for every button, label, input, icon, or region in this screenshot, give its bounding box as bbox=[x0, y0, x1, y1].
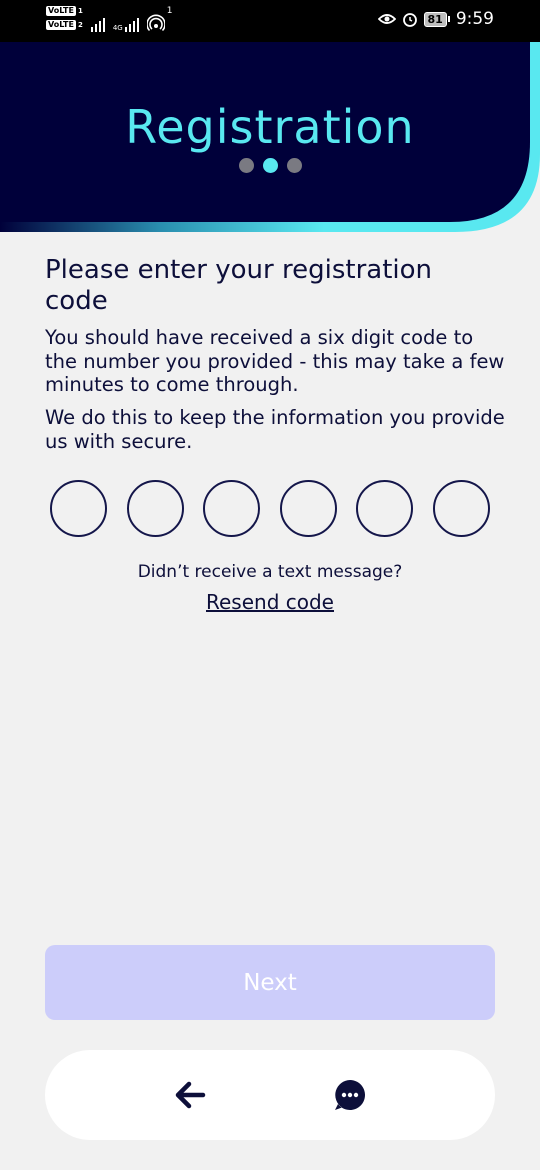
signal-icon bbox=[90, 12, 105, 32]
code-digit-input[interactable] bbox=[50, 480, 107, 537]
code-digit-input[interactable] bbox=[203, 480, 261, 537]
step-indicator bbox=[0, 158, 540, 173]
sim-number: 1 bbox=[77, 7, 83, 15]
volte-sim1: VoLTE 1 bbox=[46, 6, 83, 16]
status-bar-left: VoLTE 1 VoLTE 2 4G 1 bbox=[46, 6, 172, 32]
security-text: We do this to keep the information you p… bbox=[45, 406, 505, 453]
arrow-left-icon[interactable] bbox=[173, 1078, 207, 1112]
bottom-nav-bar bbox=[45, 1050, 495, 1140]
clock: 9:59 bbox=[455, 9, 494, 29]
chat-bubble-icon[interactable] bbox=[333, 1078, 367, 1112]
volte-sim2: VoLTE 2 bbox=[46, 20, 83, 30]
volte-indicators: VoLTE 1 VoLTE 2 bbox=[46, 6, 83, 30]
code-digit-input[interactable] bbox=[432, 480, 490, 537]
sim-number: 2 bbox=[77, 21, 83, 29]
signal-icon bbox=[124, 12, 139, 32]
hotspot-icon bbox=[146, 14, 165, 32]
resend-code-link[interactable]: Resend code bbox=[0, 590, 540, 614]
next-button[interactable]: Next bbox=[45, 945, 495, 1020]
hotspot-count: 1 bbox=[166, 6, 173, 16]
battery-icon: 81 bbox=[423, 11, 450, 27]
instruction-text: You should have received a six digit cod… bbox=[45, 326, 505, 396]
eye-comfort-icon bbox=[377, 14, 396, 24]
step-dot-active bbox=[262, 158, 278, 173]
section-heading: Please enter your registration code bbox=[45, 255, 432, 316]
status-bar: VoLTE 1 VoLTE 2 4G 1 81 9:59 bbox=[0, 0, 540, 42]
code-input-row bbox=[50, 480, 490, 537]
status-bar-right: 81 9:59 bbox=[377, 9, 494, 29]
alarm-icon bbox=[402, 13, 417, 27]
volte-label: VoLTE bbox=[46, 6, 76, 16]
registration-header: Registration bbox=[0, 42, 540, 232]
code-digit-input[interactable] bbox=[356, 480, 414, 537]
step-dot bbox=[286, 158, 302, 173]
volte-label: VoLTE bbox=[46, 20, 76, 30]
battery-level: 81 bbox=[423, 11, 447, 27]
network-type: 4G bbox=[112, 24, 123, 32]
code-digit-input[interactable] bbox=[126, 480, 184, 537]
no-text-prompt: Didn’t receive a text message? bbox=[137, 562, 403, 582]
code-digit-input[interactable] bbox=[279, 480, 337, 537]
page-title: Registration bbox=[125, 100, 415, 154]
step-dot bbox=[238, 158, 254, 173]
